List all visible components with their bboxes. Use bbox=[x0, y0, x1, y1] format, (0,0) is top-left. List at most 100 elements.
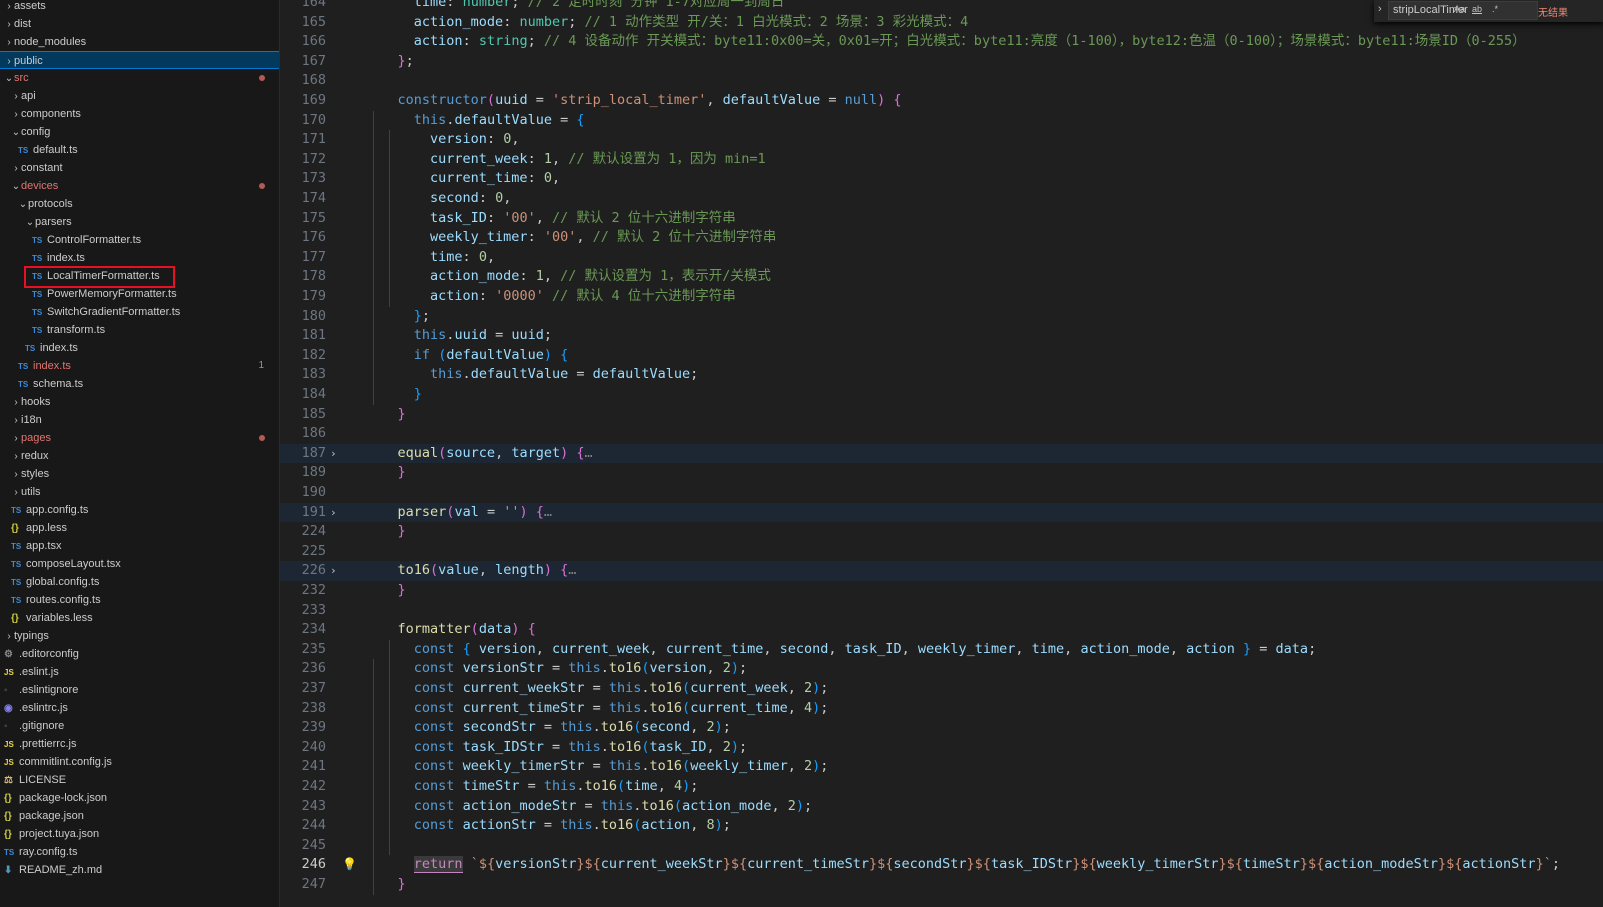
code-line[interactable]: 169 constructor(uuid = 'strip_local_time… bbox=[280, 91, 1603, 111]
chevron-right-icon[interactable]: › bbox=[11, 88, 21, 106]
code-line[interactable]: 242 const timeStr = this.to16(time, 4); bbox=[280, 777, 1603, 797]
file-item[interactable]: TS index.ts bbox=[0, 249, 279, 267]
folder-item[interactable]: › hooks bbox=[0, 393, 279, 411]
code-line[interactable]: 185 } bbox=[280, 405, 1603, 425]
code-line[interactable]: 189 } bbox=[280, 463, 1603, 483]
chevron-down-icon[interactable]: ⌄ bbox=[11, 178, 21, 196]
file-item[interactable]: ◦ .eslintignore bbox=[0, 681, 279, 699]
chevron-right-icon[interactable]: › bbox=[11, 394, 21, 412]
folder-item[interactable]: › i18n bbox=[0, 411, 279, 429]
file-item[interactable]: TS app.tsx bbox=[0, 537, 279, 555]
code-line[interactable]: 174 second: 0, bbox=[280, 189, 1603, 209]
code-line[interactable]: 187 › equal(source, target) {… bbox=[280, 443, 1603, 464]
folder-item[interactable]: › utils bbox=[0, 483, 279, 501]
code-line[interactable]: 176 weekly_timer: '00', // 默认 2 位十六进制字符串 bbox=[280, 228, 1603, 248]
file-item[interactable]: JS .prettierrc.js bbox=[0, 735, 279, 753]
file-item[interactable]: TS index.ts bbox=[0, 339, 279, 357]
code-line[interactable]: 173 current_time: 0, bbox=[280, 169, 1603, 189]
code-line[interactable]: 179 action: '0000' // 默认 4 位十六进制字符串 bbox=[280, 287, 1603, 307]
chevron-right-icon[interactable]: › bbox=[11, 484, 21, 502]
code-line[interactable]: 178 action_mode: 1, // 默认设置为 1，表示开/关模式 bbox=[280, 267, 1603, 287]
folder-item[interactable]: › pages bbox=[0, 429, 279, 447]
file-item[interactable]: ⚙ .editorconfig bbox=[0, 645, 279, 663]
chevron-right-icon[interactable]: › bbox=[4, 16, 14, 34]
folder-item[interactable]: ⌄protocols bbox=[0, 195, 279, 213]
code-line[interactable]: 190 bbox=[280, 483, 1603, 503]
file-item[interactable]: ◦ .gitignore bbox=[0, 717, 279, 735]
code-line[interactable]: 181 this.uuid = uuid; bbox=[280, 326, 1603, 346]
file-item[interactable]: TS app.config.ts bbox=[0, 501, 279, 519]
file-item[interactable]: {} variables.less bbox=[0, 609, 279, 627]
code-line[interactable]: 171 version: 0, bbox=[280, 130, 1603, 150]
file-item[interactable]: {} project.tuya.json bbox=[0, 825, 279, 843]
code-line[interactable]: 241 const weekly_timerStr = this.to16(we… bbox=[280, 757, 1603, 777]
folder-item[interactable]: › node_modules bbox=[0, 33, 279, 51]
chevron-right-icon[interactable]: › bbox=[11, 412, 21, 430]
folder-item[interactable]: ⌄config bbox=[0, 123, 279, 141]
code-line[interactable]: 175 task_ID: '00', // 默认 2 位十六进制字符串 bbox=[280, 209, 1603, 229]
chevron-right-icon[interactable]: › bbox=[4, 34, 14, 52]
folder-item[interactable]: › public bbox=[0, 51, 279, 69]
code-line[interactable]: 240 const task_IDStr = this.to16(task_ID… bbox=[280, 738, 1603, 758]
code-line[interactable]: 225 bbox=[280, 542, 1603, 562]
chevron-down-icon[interactable]: ⌄ bbox=[4, 70, 14, 88]
code-line[interactable]: 246 💡 return `${versionStr}${current_week… bbox=[280, 855, 1603, 875]
file-item[interactable]: TS ray.config.ts bbox=[0, 843, 279, 861]
folder-item[interactable]: › constant bbox=[0, 159, 279, 177]
folder-item[interactable]: › redux bbox=[0, 447, 279, 465]
file-item[interactable]: TS PowerMemoryFormatter.ts bbox=[0, 285, 279, 303]
file-item[interactable]: TS composeLayout.tsx bbox=[0, 555, 279, 573]
code-line[interactable]: 183 this.defaultValue = defaultValue; bbox=[280, 365, 1603, 385]
code-line[interactable]: 180 }; bbox=[280, 307, 1603, 327]
fold-chevron-icon[interactable]: › bbox=[330, 444, 337, 464]
chevron-down-icon[interactable]: ⌄ bbox=[11, 124, 21, 142]
chevron-right-icon[interactable]: › bbox=[4, 0, 14, 16]
code-line[interactable]: 239 const secondStr = this.to16(second, … bbox=[280, 718, 1603, 738]
chevron-down-icon[interactable]: ⌄ bbox=[25, 214, 35, 232]
code-line[interactable]: 235 const { version, current_week, curre… bbox=[280, 640, 1603, 660]
code-line[interactable]: 237 const current_weekStr = this.to16(cu… bbox=[280, 679, 1603, 699]
code-line[interactable]: 233 bbox=[280, 601, 1603, 621]
code-line[interactable]: 232 } bbox=[280, 581, 1603, 601]
code-line[interactable]: 167 }; bbox=[280, 52, 1603, 72]
code-line[interactable]: 247 } bbox=[280, 875, 1603, 895]
code-line[interactable]: 245 bbox=[280, 836, 1603, 856]
code-line[interactable]: 191 › parser(val = '') {… bbox=[280, 502, 1603, 523]
chevron-right-icon[interactable]: › bbox=[11, 430, 21, 448]
code-line[interactable]: 177 time: 0, bbox=[280, 248, 1603, 268]
code-line[interactable]: 236 const versionStr = this.to16(version… bbox=[280, 659, 1603, 679]
file-item[interactable]: TS SwitchGradientFormatter.ts bbox=[0, 303, 279, 321]
chevron-right-icon[interactable]: › bbox=[11, 106, 21, 124]
code-line[interactable]: 170 this.defaultValue = { bbox=[280, 111, 1603, 131]
code-editor[interactable]: 164 time: number; // 2 定时时刻 分钟 1-7对应周一到周… bbox=[280, 0, 1603, 907]
fold-chevron-icon[interactable]: › bbox=[330, 503, 337, 523]
file-item[interactable]: TS routes.config.ts bbox=[0, 591, 279, 609]
file-item[interactable]: TS default.ts bbox=[0, 141, 279, 159]
lightbulb-icon[interactable]: 💡 bbox=[342, 855, 357, 875]
code-line[interactable]: 172 current_week: 1, // 默认设置为 1，因为 min=1 bbox=[280, 150, 1603, 170]
code-line[interactable]: 186 bbox=[280, 424, 1603, 444]
file-item[interactable]: ◉ .eslintrc.js bbox=[0, 699, 279, 717]
folder-item[interactable]: › typings bbox=[0, 627, 279, 645]
file-item[interactable]: TS index.ts 1 bbox=[0, 357, 279, 375]
folder-item[interactable]: ⌄src bbox=[0, 69, 279, 87]
chevron-down-icon[interactable]: ⌄ bbox=[18, 196, 28, 214]
file-item[interactable]: JS .eslint.js bbox=[0, 663, 279, 681]
file-item[interactable]: TS schema.ts bbox=[0, 375, 279, 393]
folder-item[interactable]: ⌄parsers bbox=[0, 213, 279, 231]
code-line[interactable]: 168 bbox=[280, 71, 1603, 91]
file-item[interactable]: TS ControlFormatter.ts bbox=[0, 231, 279, 249]
folder-item[interactable]: › components bbox=[0, 105, 279, 123]
code-line[interactable]: 244 const actionStr = this.to16(action, … bbox=[280, 816, 1603, 836]
code-line[interactable]: 166 action: string; // 4 设备动作 开关模式：byte1… bbox=[280, 32, 1603, 52]
match-case-button[interactable]: Aa bbox=[1454, 4, 1465, 14]
code-line[interactable]: 184 } bbox=[280, 385, 1603, 405]
use-regex-button[interactable]: .* bbox=[1492, 4, 1498, 14]
folder-item[interactable]: ⌄devices bbox=[0, 177, 279, 195]
chevron-right-icon[interactable]: › bbox=[11, 160, 21, 178]
fold-chevron-icon[interactable]: › bbox=[330, 561, 337, 581]
code-line[interactable]: 243 const action_modeStr = this.to16(act… bbox=[280, 797, 1603, 817]
code-line[interactable]: 238 const current_timeStr = this.to16(cu… bbox=[280, 699, 1603, 719]
folder-item[interactable]: › api bbox=[0, 87, 279, 105]
file-item[interactable]: TS LocalTimerFormatter.ts bbox=[0, 267, 279, 285]
